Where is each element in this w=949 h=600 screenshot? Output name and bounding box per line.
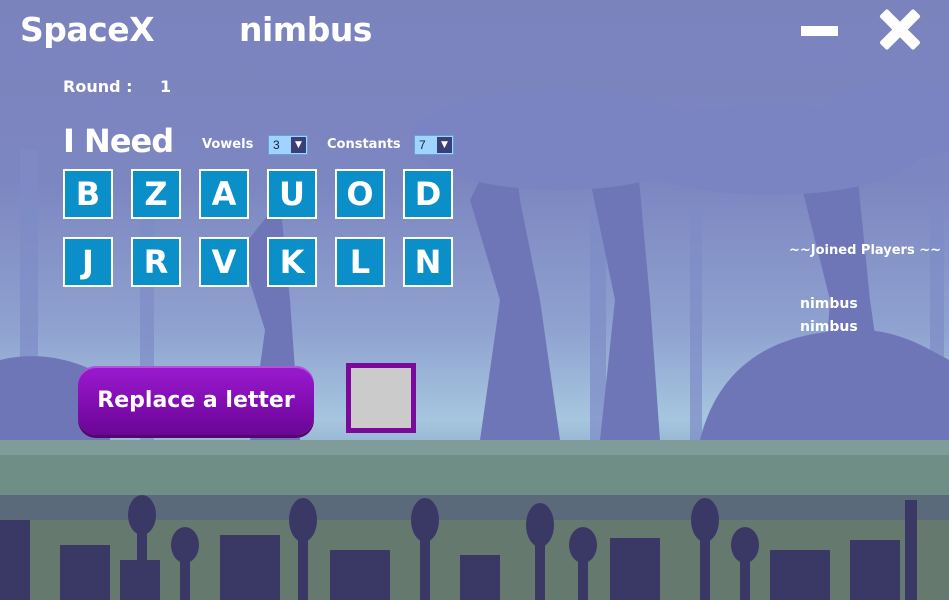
round-label: Round : xyxy=(63,77,133,96)
letter-tile[interactable]: K xyxy=(267,237,317,287)
letter-tile[interactable]: U xyxy=(267,169,317,219)
letter-tile[interactable]: J xyxy=(63,237,113,287)
round-value: 1 xyxy=(160,77,172,96)
player-list-item: nimbus xyxy=(800,296,858,312)
minimize-icon xyxy=(801,26,838,36)
vowels-select[interactable]: 3 ▼ xyxy=(268,135,308,155)
letter-tile[interactable]: Z xyxy=(131,169,181,219)
replacement-letter-slot[interactable] xyxy=(346,363,416,433)
consonants-select[interactable]: 7 ▼ xyxy=(414,135,454,155)
current-player-name: nimbus xyxy=(239,10,372,49)
letter-tile[interactable]: A xyxy=(199,169,249,219)
letter-tile[interactable]: L xyxy=(335,237,385,287)
consonants-label: Constants xyxy=(327,137,401,152)
vowels-label: Vowels xyxy=(202,137,254,152)
i-need-heading: I Need xyxy=(63,122,174,160)
letter-tile[interactable]: D xyxy=(403,169,453,219)
close-button[interactable] xyxy=(878,8,922,51)
letter-tile[interactable]: O xyxy=(335,169,385,219)
letter-tile[interactable]: B xyxy=(63,169,113,219)
app-title: SpaceX xyxy=(20,10,155,49)
letter-tile[interactable]: N xyxy=(403,237,453,287)
dropdown-arrow-icon[interactable]: ▼ xyxy=(437,137,452,153)
minimize-button[interactable] xyxy=(798,10,842,50)
vowels-value: 3 xyxy=(273,138,280,152)
player-list-item: nimbus xyxy=(800,319,858,335)
letter-tile[interactable]: R xyxy=(131,237,181,287)
dropdown-arrow-icon[interactable]: ▼ xyxy=(291,137,306,153)
consonants-value: 7 xyxy=(419,138,426,152)
joined-players-heading: ~~Joined Players ~~ xyxy=(789,243,942,258)
replace-letter-button[interactable]: Replace a letter xyxy=(78,366,314,435)
letter-tile[interactable]: V xyxy=(199,237,249,287)
